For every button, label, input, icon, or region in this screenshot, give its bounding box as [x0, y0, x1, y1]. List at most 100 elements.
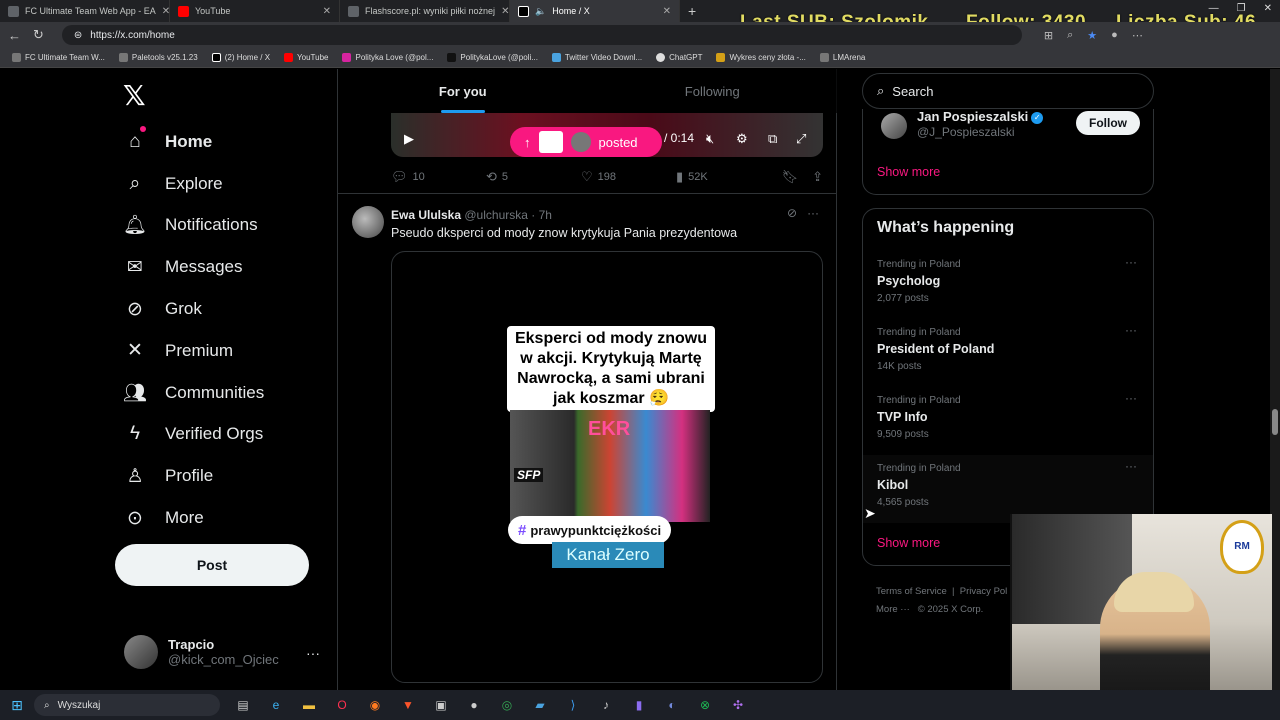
bookmark[interactable]: YouTube [284, 53, 328, 62]
settings-gear-icon[interactable]: ⚙ [736, 131, 748, 147]
nav-item-explore[interactable]: ⌕ Explore [123, 163, 264, 205]
close-tab-icon[interactable]: ✕ [501, 6, 509, 17]
suggestion-name[interactable]: Jan Pospieszalski ✓ [917, 109, 1044, 124]
url-field[interactable]: ⊜ https://x.com/home [61, 25, 1022, 45]
reply-button[interactable]: 💬︎ 10 [391, 169, 486, 185]
trend-item[interactable]: Trending in Poland Psycholog 2,077 posts… [863, 251, 1153, 319]
pip-icon[interactable]: ⧉ [768, 131, 777, 147]
more-icon[interactable]: ··· [1125, 459, 1137, 473]
posted-pill[interactable]: ↑ posted [510, 127, 662, 157]
menu-icon[interactable]: ⋯ [1132, 29, 1143, 42]
chrome-icon[interactable]: ◎ [498, 696, 516, 714]
brave-icon[interactable]: ▼ [399, 696, 417, 714]
back-icon[interactable]: ← [8, 28, 21, 43]
zoom-icon[interactable]: ⌕ [1067, 29, 1073, 42]
opera-icon[interactable]: O [333, 696, 351, 714]
bookmark[interactable]: ChatGPT [656, 53, 702, 62]
tab-following[interactable]: Following [588, 69, 838, 113]
grok-icon[interactable]: ⊘ [787, 206, 797, 220]
folder-icon[interactable]: ▬ [300, 696, 318, 714]
profile-icon[interactable]: ● [1111, 29, 1118, 42]
play-icon[interactable]: ▶ [404, 131, 414, 147]
trend-item[interactable]: Trending in Poland President of Poland 1… [863, 319, 1153, 387]
reload-icon[interactable]: ↻ [33, 27, 44, 43]
bookmark[interactable]: Paletools v25.1.23 [118, 53, 198, 62]
terms-link[interactable]: Terms of Service [876, 586, 947, 597]
close-window-icon[interactable]: ✕ [1264, 3, 1272, 14]
post-button[interactable]: Post [115, 544, 309, 586]
trend-item[interactable]: Trending in Poland TVP Info 9,509 posts … [863, 387, 1153, 455]
speaker-icon[interactable]: 🔈 [535, 6, 546, 17]
browser-tab[interactable]: Flashscore.pl: wyniki piłki nożnej ✕ [340, 0, 510, 22]
ea-icon[interactable]: ● [465, 696, 483, 714]
favorite-star-icon[interactable]: ★ [1087, 29, 1097, 42]
app-icon[interactable]: ▮ [630, 696, 648, 714]
nav-item-grok[interactable]: ⊘ Grok [123, 288, 264, 330]
windows-start-icon[interactable]: ⊞ [0, 697, 34, 714]
nav-item-verified-orgs[interactable]: ϟ Verified Orgs [123, 414, 264, 456]
account-switcher[interactable]: Trapcio @kick_com_Ojciec [124, 635, 279, 669]
close-tab-icon[interactable]: ✕ [323, 6, 331, 17]
nav-item-home[interactable]: ⌂ Home [123, 121, 264, 163]
search-input[interactable]: ⌕ Search [862, 73, 1154, 109]
close-tab-icon[interactable]: ✕ [663, 6, 671, 17]
bookmark[interactable]: (2) Home / X [211, 53, 270, 62]
vscode-icon[interactable]: ⟩ [564, 696, 582, 714]
mute-icon[interactable]: 🔇︎ [706, 131, 714, 147]
edge-icon[interactable]: e [267, 696, 285, 714]
avatar[interactable] [352, 206, 384, 238]
tweet-media[interactable]: Eksperci od mody znowu w akcji. Krytykuj… [391, 251, 823, 683]
site-info-icon[interactable]: ⊜ [74, 30, 82, 41]
more-icon[interactable]: ··· [1125, 391, 1137, 405]
bookmark[interactable]: FC Ultimate Team W... [12, 53, 105, 62]
nav-item-communities[interactable]: 👥︎ Communities [123, 372, 264, 414]
close-tab-icon[interactable]: ✕ [162, 6, 169, 17]
privacy-link[interactable]: Privacy Pol [960, 586, 1008, 597]
discord-icon[interactable]: ◐ [663, 696, 681, 714]
tweet-time[interactable]: · 7h [531, 208, 552, 222]
more-icon[interactable]: ··· [1125, 255, 1137, 269]
task-view-icon[interactable]: ▤ [234, 696, 252, 714]
avatar[interactable] [881, 113, 907, 139]
repost-button[interactable]: ⟲ 5 [486, 169, 581, 185]
trend-item[interactable]: Trending in Poland Kibol 4,565 posts ··· [863, 455, 1153, 523]
app-icon[interactable]: ▣ [432, 696, 450, 714]
nav-item-messages[interactable]: ✉ Messages [123, 246, 264, 288]
bookmark[interactable]: LMArena [819, 53, 865, 62]
nav-item-notifications[interactable]: 🔔︎ Notifications [123, 205, 264, 247]
trends-show-more-link[interactable]: Show more [877, 536, 940, 550]
scrollbar-thumb[interactable] [1272, 409, 1278, 435]
nav-item-premium[interactable]: ✕ Premium [123, 330, 264, 372]
nav-item-profile[interactable]: ♙ Profile [123, 455, 264, 497]
tweet-author-handle[interactable]: @ulchurska [464, 208, 528, 222]
install-app-icon[interactable]: ⊞ [1044, 29, 1053, 42]
xbox-icon[interactable]: ⊗ [696, 696, 714, 714]
tiktok-icon[interactable]: ♪ [597, 696, 615, 714]
bookmark-icon[interactable]: 🔖︎ [782, 169, 799, 185]
browser-tab[interactable]: YouTube ✕ [170, 0, 340, 22]
share-icon[interactable]: ⇪ [812, 169, 823, 185]
bookmark[interactable]: PolitykaLove (@poli... [447, 53, 538, 62]
taskbar-search-input[interactable]: ⌕ Wyszukaj [34, 694, 220, 716]
bookmark[interactable]: Wykres ceny złota -... [716, 53, 806, 62]
pin-icon[interactable]: ▰ [531, 696, 549, 714]
app-icon[interactable]: ✣ [729, 696, 747, 714]
bookmark[interactable]: Polityka Love (@pol... [342, 53, 433, 62]
nav-item-more[interactable]: ⊙ More [123, 497, 264, 539]
footer-more-link[interactable]: More ··· [876, 604, 910, 615]
views-button[interactable]: ▮ 52K [676, 169, 771, 185]
tab-for-you[interactable]: For you [338, 69, 588, 113]
firefox-icon[interactable]: ◉ [366, 696, 384, 714]
new-tab-button[interactable]: + [688, 3, 696, 19]
more-icon[interactable]: ··· [807, 206, 819, 220]
like-button[interactable]: ♡ 198 [581, 169, 676, 185]
bookmark[interactable]: Twitter Video Downl... [551, 53, 642, 62]
more-icon[interactable]: ··· [1125, 323, 1137, 337]
browser-tab[interactable]: FC Ultimate Team Web App - EA ✕ [0, 0, 170, 22]
account-more-icon[interactable]: ··· [306, 645, 320, 661]
show-more-link[interactable]: Show more [877, 165, 940, 179]
browser-tab-active[interactable]: 🔈 Home / X ✕ [510, 0, 680, 22]
follow-button[interactable]: Follow [1076, 111, 1140, 135]
fullscreen-icon[interactable]: ⤢ [796, 131, 806, 147]
tweet-author-name[interactable]: Ewa Ululska [391, 208, 461, 222]
